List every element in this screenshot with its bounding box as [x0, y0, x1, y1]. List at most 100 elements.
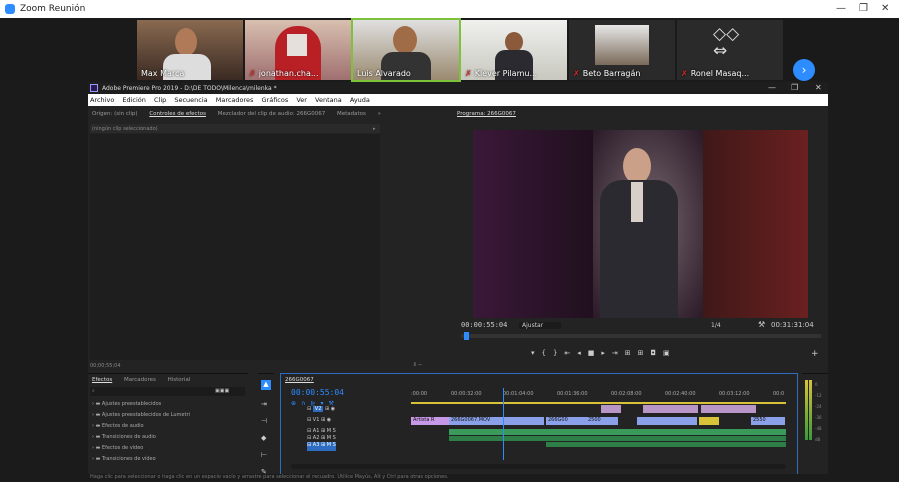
playhead[interactable]	[464, 332, 469, 340]
no-clip-label: (ningún clip seleccionado)	[92, 126, 158, 132]
clip-main-video[interactable]: 266G0067.MOV	[449, 417, 544, 425]
menu-ayuda[interactable]: Ayuda	[350, 96, 370, 104]
time-ruler[interactable]: :00:00 00:00:32:00 00:01:04:00 00:01:36:…	[411, 388, 786, 402]
clip-video[interactable]: 2550	[751, 417, 785, 425]
ripple-edit-tool-icon[interactable]: ⊣	[261, 413, 267, 430]
participant-tile-active[interactable]: Luis Alvarado	[351, 18, 461, 82]
menu-ver[interactable]: Ver	[296, 96, 307, 104]
effects-folder[interactable]: › ▬ Ajustes preestablecidos	[92, 399, 190, 410]
restore-icon[interactable]: ❐	[859, 3, 868, 14]
status-bar: Haga clic para seleccionar o haga clic e…	[88, 474, 828, 482]
effects-panel: Efectos Marcadores Historial ⌕ ▣▣▣ › ▬ A…	[88, 373, 248, 477]
menu-clip[interactable]: Clip	[154, 96, 166, 104]
participant-avatar-icon: ◇◇ ⇔	[713, 24, 740, 61]
selection-tool-icon[interactable]: ▲	[261, 380, 271, 390]
participant-tile[interactable]: ◇◇ ⇔ ✗ Ronel Masaq...	[677, 20, 783, 80]
tab-effects[interactable]: Efectos	[88, 374, 118, 383]
work-area-bar[interactable]	[411, 402, 786, 404]
audio-clip-a3[interactable]	[546, 442, 786, 447]
program-video-frame[interactable]	[473, 130, 808, 318]
filter-icon[interactable]: ⊻ ⌐	[413, 362, 422, 368]
menu-edicion[interactable]: Edición	[122, 96, 146, 104]
timeline-scrollbar[interactable]	[291, 464, 786, 469]
participant-name: Ronel Masaq...	[690, 69, 750, 78]
sequence-timecode: 00:00:55:04	[291, 388, 344, 397]
effects-folder[interactable]: › ▬ Ajustes preestablecidos de Lumetri	[92, 410, 190, 421]
participant-tile[interactable]: ✗ Klever Pilamu...	[461, 20, 567, 80]
transport-controls[interactable]: ▾{}⇤◂■▸⇥⊞⊞◘▣	[531, 349, 677, 357]
zoom-logo-icon	[5, 4, 15, 14]
minimize-icon[interactable]: —	[836, 3, 846, 14]
panel-overflow-icon[interactable]: »	[374, 108, 387, 117]
effects-folder[interactable]: › ▬ Efectos de vídeo	[92, 443, 190, 454]
tab-metadata[interactable]: Metadatos	[333, 108, 372, 117]
track-header-v2[interactable]: ⊟ V2 ⊞ ◉	[307, 406, 335, 415]
tab-source[interactable]: Origen: (sin clip)	[88, 108, 144, 117]
premiere-logo-icon	[90, 84, 98, 92]
zoom-window-title: Zoom Reunión	[20, 4, 86, 14]
preset-bin-icons[interactable]: ▣▣▣	[215, 388, 229, 394]
close-icon[interactable]: ✕	[815, 83, 822, 92]
wrench-icon[interactable]: ⚒	[758, 320, 765, 329]
audio-meter-left	[805, 380, 808, 440]
premiere-window-title: Adobe Premiere Pro 2019 - D:\DE TODO\Mil…	[102, 85, 277, 92]
expand-icon[interactable]: ▸	[373, 126, 376, 132]
audio-meters: 0 -12 -24 -36 -48 dB	[802, 373, 828, 477]
fit-dropdown[interactable]: Ajustar	[519, 322, 562, 329]
participant-name: jonathan.cha...	[258, 69, 319, 78]
timeline-panel: 266G0067 00:00:55:04 ⊕∩⊵▾⚒ :00:00 00:00:…	[280, 373, 798, 477]
add-button[interactable]: +	[811, 349, 819, 359]
timeline-playhead[interactable]	[503, 388, 504, 460]
menu-secuencia[interactable]: Secuencia	[174, 96, 207, 104]
audio-clip-a2[interactable]	[449, 436, 786, 441]
restore-icon[interactable]: ❐	[791, 83, 798, 92]
zoom-title-bar: Zoom Reunión — ❐ ✕	[0, 0, 899, 18]
effects-folder[interactable]: › ▬ Efectos de audio	[92, 421, 190, 432]
tab-markers[interactable]: Marcadores	[120, 374, 162, 383]
tab-program[interactable]: Programa: 266G0067	[453, 108, 522, 117]
audio-meter-right	[809, 380, 812, 440]
participant-tile[interactable]: Max Marca	[137, 20, 243, 80]
program-timecode: 00:00:55:04	[461, 321, 508, 329]
clip-v2[interactable]	[601, 405, 621, 413]
participant-name: Beto Barragán	[582, 69, 641, 78]
clip-video[interactable]: 2500	[586, 417, 618, 425]
clip-v2[interactable]	[701, 405, 756, 413]
playhead-bar[interactable]	[461, 334, 821, 338]
premiere-title-bar: Adobe Premiere Pro 2019 - D:\DE TODO\Mil…	[88, 82, 828, 94]
razor-tool-icon[interactable]: ◆	[261, 430, 267, 447]
clip-video[interactable]: 266G00	[546, 417, 586, 425]
menu-archivo[interactable]: Archivo	[90, 96, 114, 104]
program-duration: 00:31:31:04	[771, 321, 814, 329]
menu-graficos[interactable]: Gráficos	[262, 96, 289, 104]
clip-v2[interactable]	[643, 405, 698, 413]
effects-folder[interactable]: › ▬ Transiciones de vídeo	[92, 454, 190, 465]
participant-tile[interactable]: ✗ jonathan.cha...	[245, 20, 351, 80]
premiere-window: Adobe Premiere Pro 2019 - D:\DE TODO\Mil…	[88, 82, 828, 480]
mic-muted-icon: ✗	[573, 69, 580, 78]
tab-sequence[interactable]: 266G0067	[281, 374, 320, 383]
tab-audio-clip-mixer[interactable]: Mezclador del clip de audio: 266G0067	[214, 108, 332, 117]
participant-name: Luis Alvarado	[357, 69, 411, 78]
track-select-tool-icon[interactable]: ⇥	[261, 396, 267, 413]
resolution-dropdown[interactable]: 1/4	[711, 322, 721, 329]
close-icon[interactable]: ✕	[881, 3, 889, 14]
mic-muted-icon: ✗	[681, 69, 688, 78]
participant-tile[interactable]: ✗ Beto Barragán	[569, 20, 675, 80]
menu-marcadores[interactable]: Marcadores	[216, 96, 254, 104]
menu-ventana[interactable]: Ventana	[315, 96, 342, 104]
track-header-v1[interactable]: ⊟ V1 ⊞ ◉	[307, 417, 331, 426]
audio-clip-a1[interactable]	[449, 429, 786, 435]
clip-artista[interactable]: Artista R	[411, 417, 449, 425]
effects-folder[interactable]: › ▬ Transiciones de audio	[92, 432, 190, 443]
next-page-button[interactable]: ›	[793, 59, 815, 81]
clip-video[interactable]	[637, 417, 697, 425]
clip-title[interactable]	[699, 417, 719, 425]
track-header-a3[interactable]: ⊟ A3 ⊞ M S	[307, 442, 336, 451]
slip-tool-icon[interactable]: ⊢	[261, 447, 267, 464]
minimize-icon[interactable]: —	[768, 83, 776, 92]
tab-history[interactable]: Historial	[164, 374, 197, 383]
tools-panel: ▲ ⇥ ⊣ ◆ ⊢ ✎	[258, 373, 274, 477]
effects-search-input[interactable]: ⌕ ▣▣▣	[90, 387, 245, 396]
tab-effect-controls[interactable]: Controles de efectos	[145, 108, 212, 117]
